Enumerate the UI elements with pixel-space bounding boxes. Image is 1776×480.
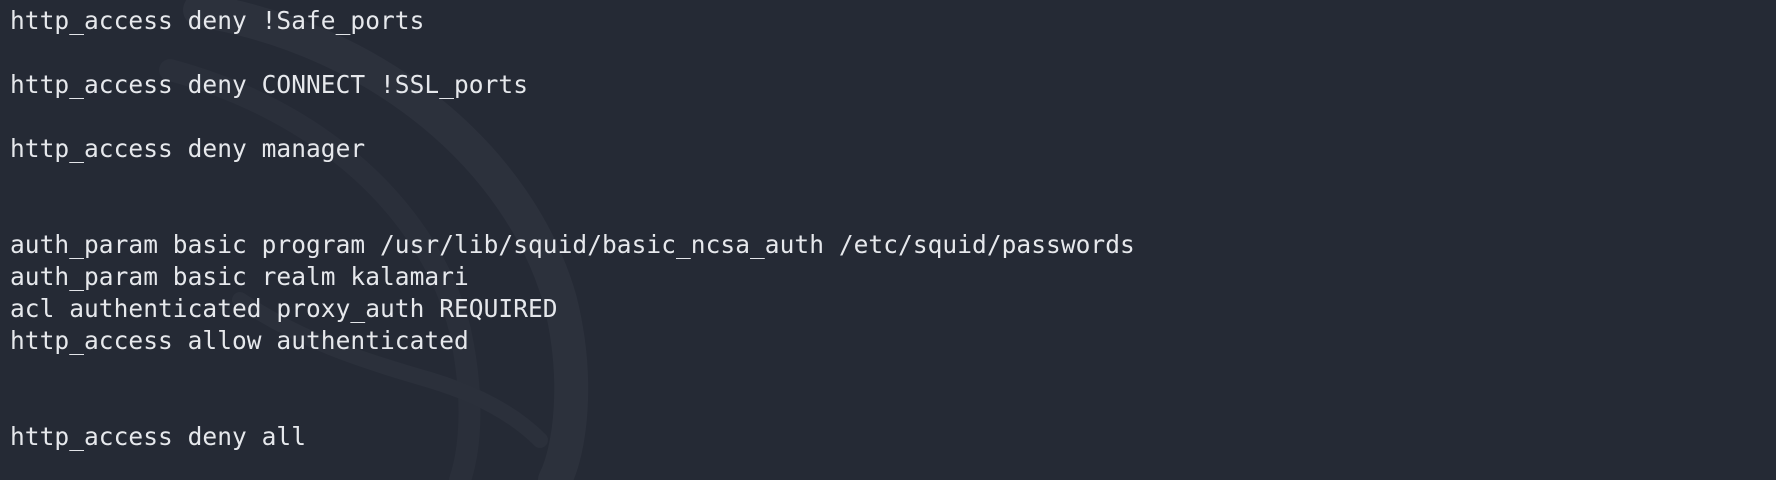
terminal-window[interactable]: http_access deny !Safe_ports http_access… — [0, 0, 1776, 480]
terminal-line: http_access deny !Safe_ports — [10, 6, 425, 35]
terminal-line: acl authenticated proxy_auth REQUIRED — [10, 294, 558, 323]
terminal-line: auth_param basic realm kalamari — [10, 262, 469, 291]
terminal-line: http_access deny all — [10, 422, 307, 451]
terminal-output: http_access deny !Safe_ports http_access… — [10, 5, 1135, 453]
terminal-line: auth_param basic program /usr/lib/squid/… — [10, 230, 1135, 259]
terminal-line: http_access allow authenticated — [10, 326, 469, 355]
terminal-line: http_access deny manager — [10, 134, 366, 163]
terminal-line: http_access deny CONNECT !SSL_ports — [10, 70, 529, 99]
